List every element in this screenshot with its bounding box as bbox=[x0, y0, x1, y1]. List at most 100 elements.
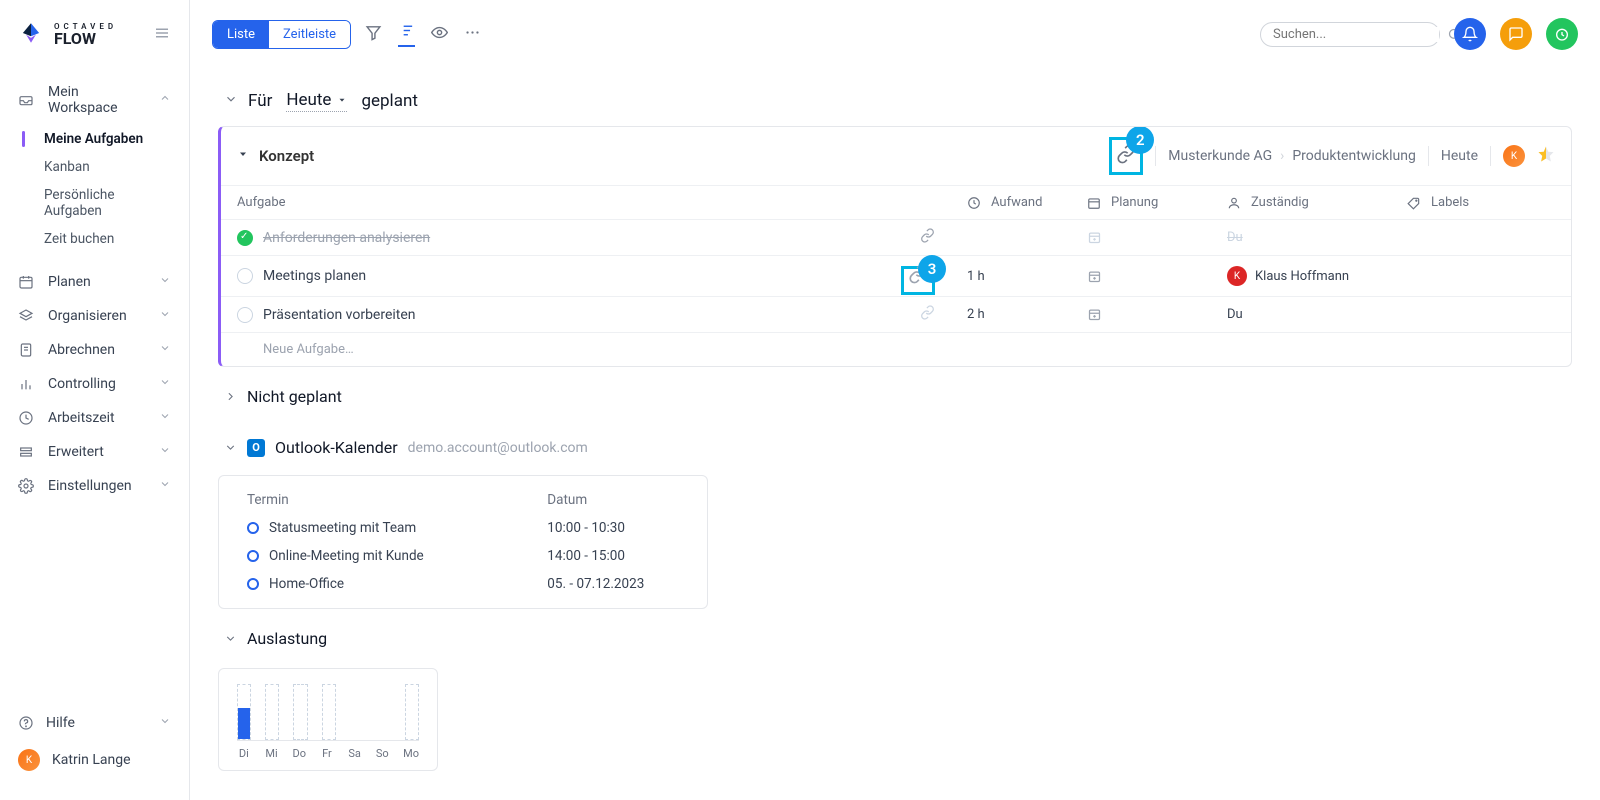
task-effort[interactable]: 2 h bbox=[951, 296, 1071, 332]
search-input[interactable] bbox=[1273, 27, 1439, 42]
chevron-down-icon bbox=[224, 632, 237, 645]
task-effort[interactable]: 1 h bbox=[951, 255, 1071, 296]
more-icon[interactable] bbox=[464, 24, 481, 45]
calendar-icon bbox=[18, 274, 34, 290]
sort-icon[interactable] bbox=[398, 22, 415, 47]
task-planning[interactable] bbox=[1071, 219, 1211, 255]
task-assignee[interactable]: Du bbox=[1211, 296, 1391, 332]
task-planning[interactable] bbox=[1071, 255, 1211, 296]
chevron-down-icon bbox=[159, 274, 171, 290]
nav-worktime[interactable]: Arbeitszeit bbox=[0, 401, 189, 435]
workload-section-header[interactable]: Auslastung bbox=[218, 609, 1572, 660]
task-assignee[interactable]: KKlaus Hoffmann bbox=[1211, 255, 1391, 296]
breadcrumb-customer[interactable]: Musterkunde AG bbox=[1168, 148, 1272, 164]
task-name: Anforderungen analysieren bbox=[263, 230, 430, 246]
timer-button[interactable] bbox=[1546, 18, 1578, 50]
view-list-button[interactable]: Liste bbox=[213, 21, 269, 48]
nav-label: Zeit buchen bbox=[44, 231, 114, 247]
callout-3-badge: 3 bbox=[918, 255, 946, 283]
outlook-date: 05. - 07.12.2023 bbox=[519, 570, 707, 598]
chevron-up-icon bbox=[159, 92, 171, 108]
topbar-tools bbox=[365, 22, 481, 47]
task-effort bbox=[951, 219, 1071, 255]
unplanned-section-header[interactable]: Nicht geplant bbox=[218, 367, 1572, 418]
favorite-button[interactable] bbox=[1537, 145, 1555, 167]
nav-extended[interactable]: Erweitert bbox=[0, 435, 189, 469]
nav-label: Kanban bbox=[44, 159, 90, 175]
nav-settings[interactable]: Einstellungen bbox=[0, 469, 189, 503]
workload-panel: DiMiDoFrSaSoMo bbox=[218, 668, 438, 771]
inbox-icon bbox=[18, 92, 34, 108]
outlook-panel: Termin Datum Statusmeeting mit Team 10:0… bbox=[218, 475, 708, 609]
logo[interactable]: OCTAVED FLOW bbox=[18, 20, 117, 50]
outlook-section-header[interactable]: O Outlook-Kalender demo.account@outlook.… bbox=[218, 418, 1572, 469]
nav-workspace-label: Mein Workspace bbox=[48, 84, 145, 116]
nav-organise[interactable]: Organisieren bbox=[0, 299, 189, 333]
panel-title: Konzept bbox=[259, 147, 314, 165]
task-row[interactable]: Meetings planen 3 bbox=[221, 255, 951, 296]
user-name: Katrin Lange bbox=[52, 752, 131, 768]
status-circle-icon[interactable] bbox=[237, 268, 253, 284]
owner-avatar-icon[interactable]: K bbox=[1503, 145, 1525, 167]
nav-kanban[interactable]: Kanban bbox=[0, 153, 189, 181]
link-icon[interactable] bbox=[920, 228, 935, 247]
callout-2-box: 2 bbox=[1109, 137, 1143, 175]
visibility-icon[interactable] bbox=[431, 24, 448, 45]
logo-text: OCTAVED FLOW bbox=[54, 23, 117, 47]
sidebar-nav: Mein Workspace Meine Aufgaben Kanban Per… bbox=[0, 70, 189, 696]
task-labels[interactable] bbox=[1391, 296, 1571, 332]
separator bbox=[1490, 146, 1491, 166]
task-row[interactable]: Anforderungen analysieren bbox=[221, 219, 951, 255]
calendar-icon bbox=[1087, 196, 1101, 210]
status-circle-icon[interactable] bbox=[237, 307, 253, 323]
nav-help[interactable]: Hilfe bbox=[18, 706, 171, 740]
view-timeline-button[interactable]: Zeitleiste bbox=[269, 21, 350, 48]
filter-icon[interactable] bbox=[365, 24, 382, 45]
outlook-title: Outlook-Kalender bbox=[275, 438, 398, 457]
col-assignee: Zuständig bbox=[1211, 185, 1391, 219]
chevron-down-icon bbox=[159, 376, 171, 392]
nav-billing[interactable]: Abrechnen bbox=[0, 333, 189, 367]
task-labels[interactable] bbox=[1391, 255, 1571, 296]
nav-workspace[interactable]: Mein Workspace bbox=[0, 75, 189, 125]
date-selector[interactable]: Heute bbox=[286, 90, 347, 112]
status-done-icon[interactable] bbox=[237, 230, 253, 246]
menu-toggle-icon[interactable] bbox=[153, 24, 171, 46]
messages-button[interactable] bbox=[1500, 18, 1532, 50]
tag-icon bbox=[1407, 196, 1421, 210]
nav-my-tasks[interactable]: Meine Aufgaben bbox=[0, 125, 189, 153]
caret-down-icon[interactable] bbox=[237, 148, 249, 164]
task-labels[interactable] bbox=[1391, 219, 1571, 255]
outlook-event[interactable]: Statusmeeting mit Team bbox=[219, 514, 519, 542]
notifications-button[interactable] bbox=[1454, 18, 1486, 50]
nav-controlling[interactable]: Controlling bbox=[0, 367, 189, 401]
nav-label: Meine Aufgaben bbox=[44, 131, 143, 147]
new-task-row[interactable]: Neue Aufgabe… bbox=[221, 332, 1571, 366]
outlook-date: 14:00 - 15:00 bbox=[519, 542, 707, 570]
callout-3-box: 3 bbox=[901, 264, 935, 288]
chevron-down-icon bbox=[224, 91, 238, 111]
nav-label: Erweitert bbox=[48, 444, 104, 460]
nav-plan[interactable]: Planen bbox=[0, 265, 189, 299]
chevron-down-icon bbox=[224, 441, 237, 454]
task-row[interactable]: Präsentation vorbereiten bbox=[221, 296, 951, 332]
panel-header-right: 2 Musterkunde AG › Produktentwicklung He… bbox=[1109, 137, 1555, 175]
link-icon[interactable] bbox=[920, 305, 935, 324]
new-task-placeholder: Neue Aufgabe… bbox=[263, 342, 354, 357]
nav-time-book[interactable]: Zeit buchen bbox=[0, 225, 189, 253]
main: Liste Zeitleiste Für Heute geplant bbox=[190, 0, 1600, 800]
outlook-event[interactable]: Online-Meeting mit Kunde bbox=[219, 542, 519, 570]
nav-personal-tasks[interactable]: Persönliche Aufgaben bbox=[0, 181, 189, 225]
chevron-right-icon bbox=[224, 390, 237, 403]
outlook-col-event: Termin bbox=[219, 486, 519, 514]
search-box[interactable] bbox=[1260, 22, 1440, 47]
planned-section-header[interactable]: Für Heute geplant bbox=[218, 70, 1572, 126]
assignee-avatar-icon: K bbox=[1227, 266, 1247, 286]
task-planning[interactable] bbox=[1071, 296, 1211, 332]
task-assignee[interactable]: Du bbox=[1211, 219, 1391, 255]
breadcrumb-project[interactable]: Produktentwicklung bbox=[1292, 148, 1416, 164]
breadcrumb: Musterkunde AG › Produktentwicklung bbox=[1168, 148, 1416, 164]
nav-user[interactable]: K Katrin Lange bbox=[18, 740, 171, 780]
outlook-event[interactable]: Home-Office bbox=[219, 570, 519, 598]
col-labels: Labels bbox=[1391, 185, 1571, 219]
